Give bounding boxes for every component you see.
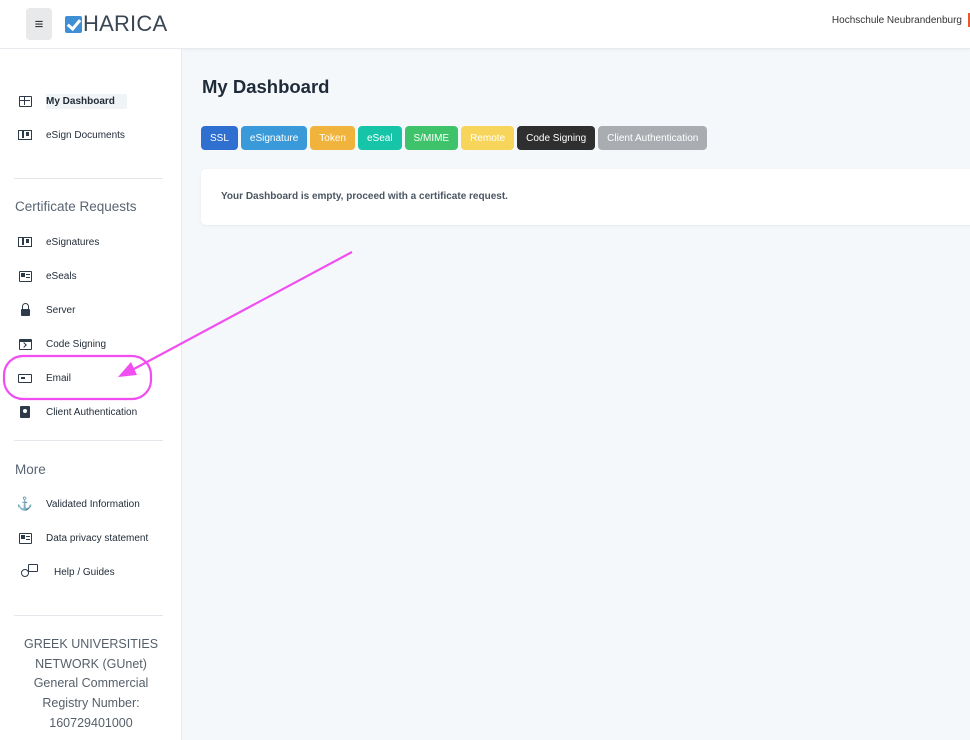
email-icon [18, 371, 32, 385]
esign-icon [18, 128, 32, 142]
sidebar-footer: GREEK UNIVERSITIES NETWORK (GUnet) Gener… [0, 635, 182, 734]
page-title: My Dashboard [202, 76, 330, 97]
logo-text: HARICA [83, 11, 168, 36]
footer-line: GREEK UNIVERSITIES [23, 637, 159, 651]
empty-dashboard-card: Your Dashboard is empty, proceed with a … [201, 169, 970, 225]
sidebar-item-label: Validated Information [46, 498, 140, 510]
sidebar-item-label: Code Signing [46, 338, 107, 350]
section-title-more: More [15, 462, 46, 477]
footer-line: NETWORK (GUnet) [35, 656, 147, 671]
sidebar-item-validated-information[interactable]: ⚓ Validated Information [0, 491, 182, 517]
sidebar-item-label: Server [46, 304, 76, 316]
sidebar-item-help-guides[interactable]: Help / Guides [0, 559, 182, 585]
footer-line: General Commercial [33, 676, 149, 691]
sidebar-item-label: eSign Documents [46, 129, 125, 141]
sidebar-item-label: Help / Guides [54, 566, 115, 578]
footer-line: Registry Number: [42, 696, 140, 711]
privacy-icon [18, 531, 32, 545]
sidebar-item-label: eSignatures [46, 236, 100, 248]
sidebar-item-code-signing[interactable]: Code Signing [0, 331, 182, 357]
sidebar-item-esign-documents[interactable]: eSign Documents [0, 122, 182, 148]
sidebar-item-label: My Dashboard [46, 93, 127, 109]
empty-dashboard-message: Your Dashboard is empty, proceed with a … [221, 191, 508, 202]
sidebar-item-label: Data privacy statement [46, 532, 149, 544]
help-icon [21, 564, 38, 579]
lock-icon [18, 303, 32, 317]
tag-smime: S/MIME [404, 126, 459, 150]
hamburger-icon: ≡ [34, 15, 44, 33]
tag-ssl: SSL [201, 126, 238, 150]
sidebar-item-label: eSeals [46, 270, 77, 282]
dashboard-icon [18, 94, 32, 108]
tag-remote: Remote [461, 126, 515, 150]
top-header: ≡ HARICA Hochschule Neubrandenburg [0, 0, 970, 49]
tag-eseal: eSeal [357, 126, 402, 150]
eseal-icon [18, 269, 32, 283]
sidebar-item-email[interactable]: Email [0, 365, 182, 391]
sidebar-item-server[interactable]: Server [0, 297, 182, 323]
tag-client-authentication: Client Authentication [598, 126, 708, 150]
anchor-icon: ⚓ [16, 496, 34, 511]
menu-button[interactable]: ≡ [26, 8, 52, 40]
sidebar-item-my-dashboard[interactable]: My Dashboard [0, 88, 182, 114]
sidebar-item-eseals[interactable]: eSeals [0, 263, 182, 289]
tag-code-signing: Code Signing [517, 126, 596, 150]
sidebar-item-data-privacy[interactable]: Data privacy statement [0, 525, 182, 551]
sidebar: My Dashboard eSign Documents Certificate… [0, 49, 182, 740]
tag-token: Token [310, 126, 355, 150]
badge-icon [18, 405, 32, 419]
sidebar-item-label: Client Authentication [46, 406, 138, 418]
code-signing-icon [18, 337, 32, 351]
sidebar-divider [14, 615, 163, 616]
sidebar-item-esignatures[interactable]: eSignatures [0, 229, 182, 255]
certificate-type-legend: SSL eSignature Token eSeal S/MIME Remote… [201, 126, 710, 150]
harica-logo[interactable]: HARICA [65, 12, 167, 36]
sidebar-item-client-authentication[interactable]: Client Authentication [0, 399, 182, 425]
checkmark-icon [65, 15, 82, 33]
organization-name[interactable]: Hochschule Neubrandenburg [832, 15, 962, 26]
sidebar-item-label: Email [46, 372, 72, 384]
sidebar-divider [14, 178, 163, 179]
section-title-certificate-requests: Certificate Requests [15, 199, 137, 214]
tag-esignature: eSignature [240, 126, 308, 150]
esignature-icon [18, 235, 32, 249]
sidebar-divider [14, 440, 163, 441]
footer-line: 160729401000 [49, 715, 133, 730]
